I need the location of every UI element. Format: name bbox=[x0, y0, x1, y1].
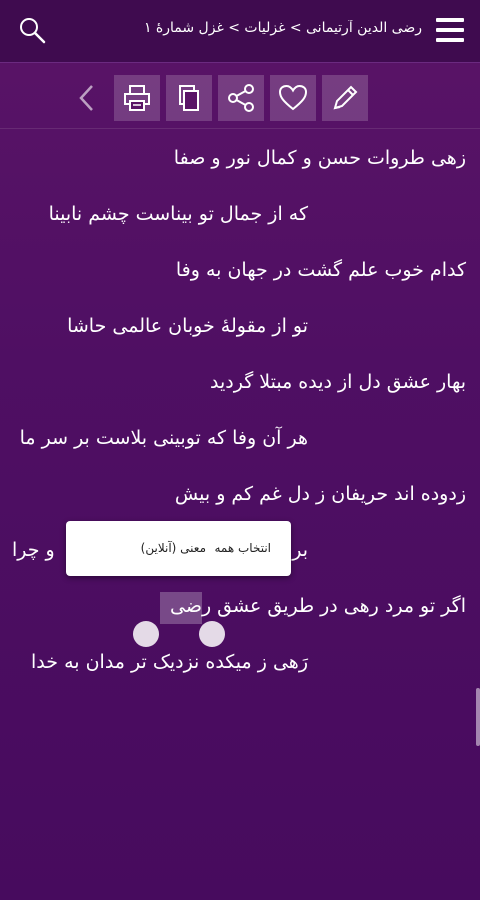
poem-toolbar bbox=[0, 75, 480, 121]
copy-icon bbox=[179, 85, 199, 111]
poem-line-8-start: بر bbox=[292, 539, 308, 561]
share-icon bbox=[228, 84, 254, 112]
copy-button[interactable] bbox=[166, 75, 212, 121]
print-icon bbox=[124, 85, 150, 111]
meaning-online-option[interactable]: معنی (آنلاین) bbox=[141, 541, 206, 555]
poem-line-1[interactable]: زهی طروات حسن و کمال نور و صفا bbox=[12, 140, 468, 196]
poem-line-3[interactable]: کدام خوب علم گشت در جهان به وفا bbox=[12, 252, 468, 308]
poem-line-9[interactable]: اگر تو مرد رهی در طریق عشق رضی bbox=[12, 588, 468, 644]
print-button[interactable] bbox=[114, 75, 160, 121]
select-all-option[interactable]: انتخاب همه bbox=[214, 541, 271, 555]
poem-line-8-end: و چرا bbox=[12, 539, 55, 561]
poem-line-6[interactable]: هر آن وفا که توبینی بلاست بر سر ما bbox=[12, 420, 468, 476]
favorite-button[interactable] bbox=[270, 75, 316, 121]
selection-handle-left[interactable] bbox=[133, 621, 159, 647]
share-button[interactable] bbox=[218, 75, 264, 121]
scrollbar[interactable] bbox=[476, 688, 480, 746]
poem-text[interactable]: زهی طروات حسن و کمال نور و صفا که از جما… bbox=[12, 140, 468, 700]
poem-line-2[interactable]: که از جمال تو بیناست چشم نابینا bbox=[12, 196, 468, 252]
heart-icon bbox=[278, 84, 308, 111]
toolbar-divider bbox=[0, 128, 480, 129]
back-chevron-icon bbox=[79, 85, 93, 111]
search-button[interactable] bbox=[18, 16, 46, 44]
poem-line-5[interactable]: بهار عشق دل از دیده مبتلا گردید bbox=[12, 364, 468, 420]
app-header: رضی الدین آرتیمانی > غزلیات > غزل شمارهٔ… bbox=[0, 0, 480, 63]
poem-line-4[interactable]: تو از مقولهٔ خوبان عالمی حاشا bbox=[12, 308, 468, 364]
poem-line-10[interactable]: رَهی ز میکده نزدیک تر مدان به خدا bbox=[12, 644, 468, 700]
breadcrumb[interactable]: رضی الدین آرتیمانی > غزلیات > غزل شمارهٔ… bbox=[72, 20, 422, 36]
search-icon bbox=[20, 18, 46, 44]
edit-pencil-icon bbox=[333, 85, 358, 110]
hamburger-menu-icon[interactable] bbox=[436, 18, 464, 42]
text-selection-menu: انتخاب همه معنی (آنلاین) bbox=[66, 521, 291, 576]
back-button[interactable] bbox=[76, 83, 98, 113]
edit-button[interactable] bbox=[322, 75, 368, 121]
selection-handle-right[interactable] bbox=[199, 621, 225, 647]
